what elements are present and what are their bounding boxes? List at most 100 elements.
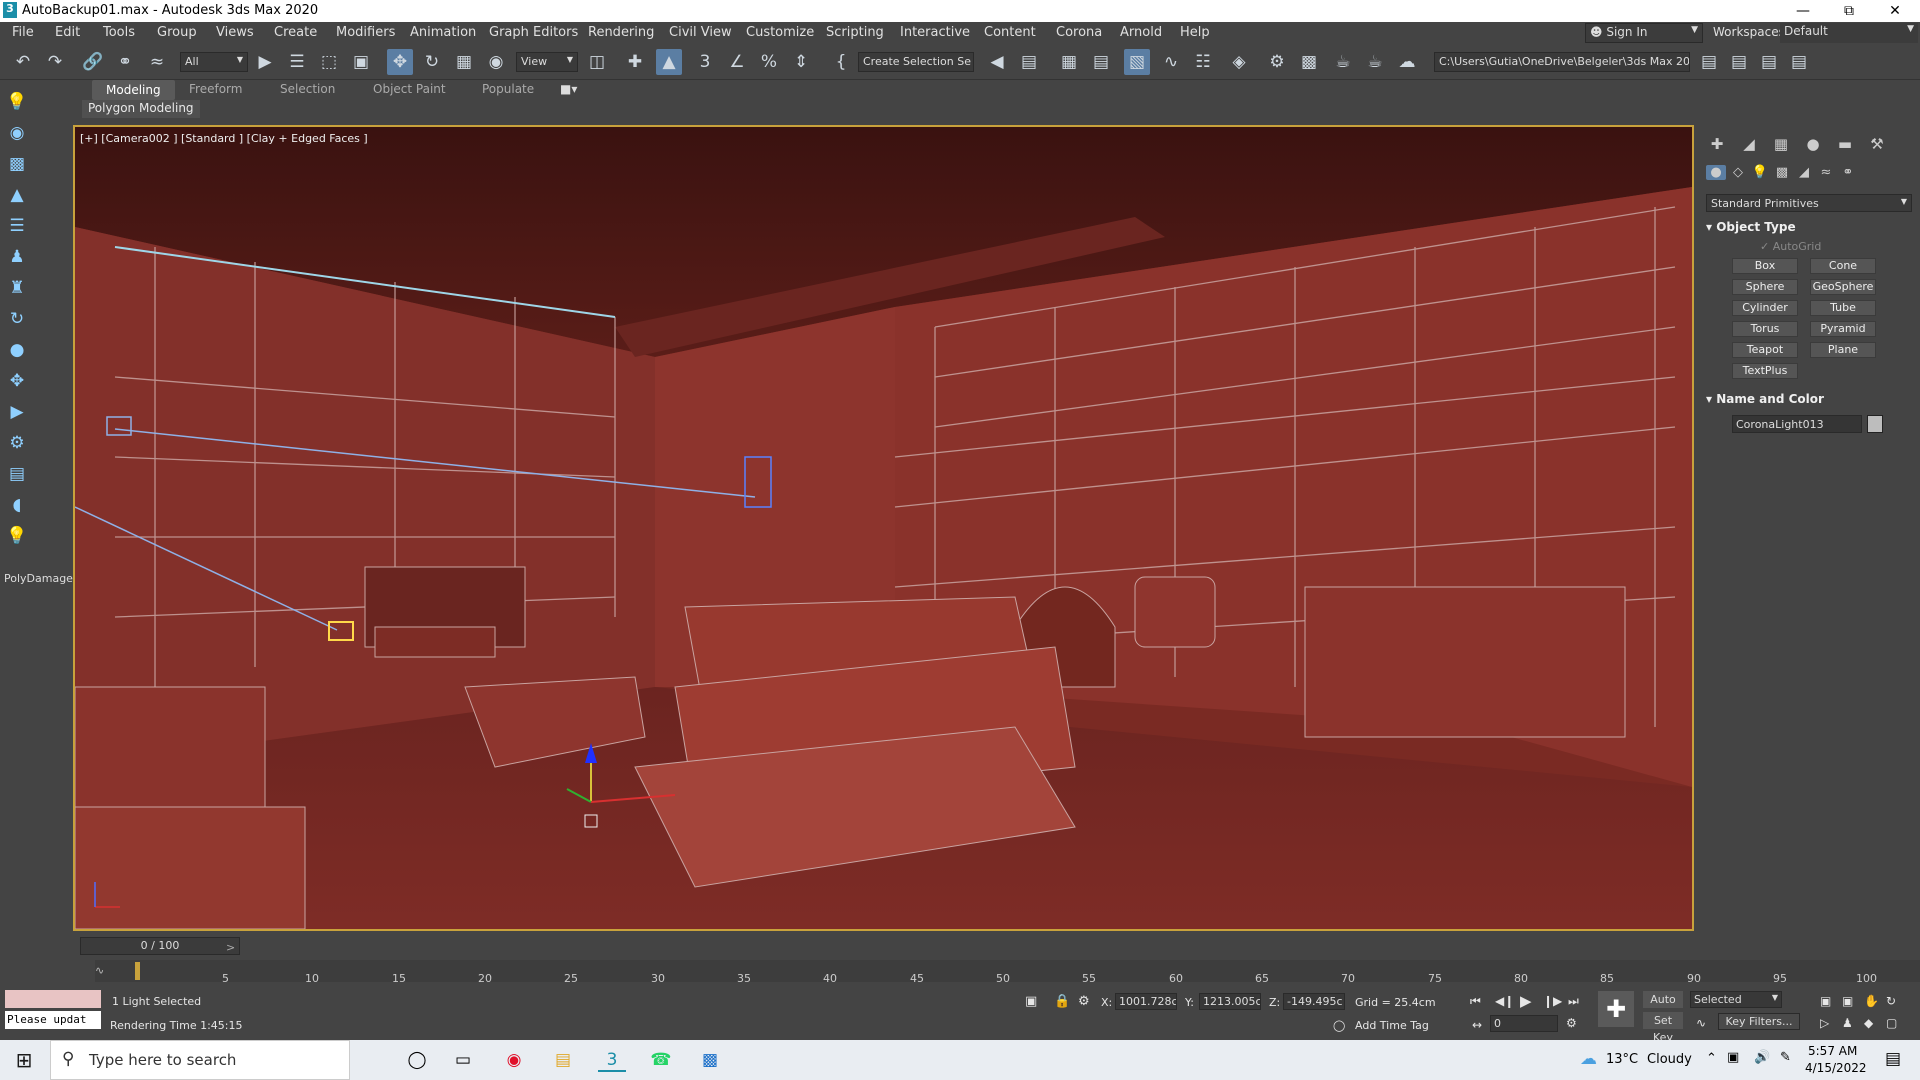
select-manipulate-icon[interactable]: ✚ (622, 49, 648, 75)
tree-icon[interactable]: ▲ (5, 183, 29, 207)
windows-start-icon[interactable]: ⊞ (10, 1048, 38, 1072)
lights-icon[interactable]: 💡 (1750, 165, 1770, 180)
zoom-extents-icon[interactable]: ▣ (1820, 994, 1831, 1008)
motion-tab-icon[interactable]: ● (1802, 135, 1824, 153)
assets-icon[interactable]: ▩ (5, 152, 29, 176)
schematic-view-icon[interactable]: ☷ (1190, 49, 1216, 75)
menu-scripting[interactable]: Scripting (826, 25, 884, 40)
dolly-icon[interactable]: ◆ (1864, 1016, 1873, 1030)
sphere-button[interactable]: Sphere (1732, 279, 1798, 295)
rectangular-selection-icon[interactable]: ⬚ (316, 49, 342, 75)
mini-curve-editor-icon[interactable]: ∿ (95, 964, 104, 977)
time-config-icon[interactable]: ↔ (1472, 1018, 1482, 1032)
maxscript-listener-bottom[interactable]: Please updat (5, 1011, 101, 1029)
cortana-icon[interactable]: ◯ (403, 1048, 431, 1072)
mirror-icon[interactable]: ◀ (984, 49, 1010, 75)
layer-explorer-icon[interactable]: ▤ (1088, 49, 1114, 75)
volume-icon[interactable]: 🔊 (1754, 1050, 1770, 1065)
named-selection-set-dropdown[interactable]: Create Selection Se (858, 52, 974, 72)
time-configuration-icon[interactable]: ⚙ (1566, 1016, 1577, 1030)
auto-key-button[interactable]: Auto Key (1643, 991, 1683, 1023)
primitive-category-dropdown[interactable]: Standard Primitives ▼ (1706, 194, 1912, 212)
walk-through-icon[interactable]: ♟ (1842, 1016, 1853, 1030)
select-by-name-icon[interactable]: ☰ (284, 49, 310, 75)
create-tab-icon[interactable]: ✚ (1706, 135, 1728, 153)
tab-object-paint[interactable]: Object Paint (373, 82, 446, 96)
tab-modeling[interactable]: Modeling (92, 80, 175, 100)
pivot-center-icon[interactable]: ◫ (584, 49, 610, 75)
render-production-icon[interactable]: ☕ (1330, 49, 1356, 75)
selection-filter-dropdown[interactable]: All ▼ (180, 52, 248, 72)
torus-button[interactable]: Torus (1732, 321, 1798, 337)
person-icon[interactable]: ♜ (5, 276, 29, 300)
tube-button[interactable]: Tube (1810, 300, 1876, 316)
angle-snap-icon[interactable]: ∠ (724, 49, 750, 75)
menu-rendering[interactable]: Rendering (588, 25, 654, 40)
menu-group[interactable]: Group (157, 25, 197, 40)
utilities-tab-icon[interactable]: ⚒ (1866, 135, 1888, 153)
maximize-viewport-icon[interactable]: ▢ (1886, 1016, 1897, 1030)
spinner-snap-icon[interactable]: ⇕ (788, 49, 814, 75)
pyramid-button[interactable]: Pyramid (1810, 321, 1876, 337)
undo-icon[interactable]: ↶ (10, 49, 36, 75)
material-editor-icon[interactable]: ◈ (1226, 49, 1252, 75)
key-tangents-icon[interactable]: ∿ (1696, 1016, 1706, 1030)
open-file-icon[interactable]: ▤ (1696, 49, 1722, 75)
modify-tab-icon[interactable]: ◢ (1738, 135, 1760, 153)
spacewarps-icon[interactable]: ≈ (1816, 165, 1836, 180)
play-icon[interactable]: ▶ (1520, 992, 1532, 1010)
menu-interactive[interactable]: Interactive (900, 25, 970, 40)
menu-corona[interactable]: Corona (1056, 25, 1102, 40)
rendered-frame-window-icon[interactable]: ▩ (1296, 49, 1322, 75)
reference-coordinate-dropdown[interactable]: View ▼ (516, 52, 578, 72)
lock-icon[interactable]: 🔒 (1054, 994, 1070, 1009)
menu-civil-view[interactable]: Civil View (669, 25, 732, 40)
curve-editor-icon[interactable]: ∿ (1158, 49, 1184, 75)
zoom-all-icon[interactable]: ▣ (1842, 994, 1853, 1008)
orbit-icon[interactable]: ↻ (1886, 994, 1896, 1008)
absolute-mode-icon[interactable]: ⚙ (1078, 994, 1090, 1009)
scene-explorer-icon[interactable]: ▦ (1056, 49, 1082, 75)
render-setup-icon[interactable]: ⚙ (1264, 49, 1290, 75)
geosphere-button[interactable]: GeoSphere (1810, 279, 1876, 295)
maxscript-listener-top[interactable] (5, 990, 101, 1008)
select-object-icon[interactable]: ▶ (252, 49, 278, 75)
workspace-dropdown[interactable]: Default ▼ (1780, 23, 1918, 43)
gear-icon[interactable]: ⚙ (5, 431, 29, 455)
edit-named-selection-icon[interactable]: { (828, 49, 854, 75)
file-explorer-icon[interactable]: ▤ (549, 1048, 577, 1072)
redo-icon[interactable]: ↷ (42, 49, 68, 75)
go-to-start-icon[interactable]: ⏮ (1470, 994, 1481, 1009)
key-mode-dropdown[interactable]: Selected ▼ (1690, 991, 1782, 1008)
tab-populate[interactable]: Populate (482, 82, 534, 96)
light-icon[interactable]: 💡 (5, 90, 29, 114)
teapot-button[interactable]: Teapot (1732, 342, 1798, 358)
time-slider[interactable]: 0 / 100 (80, 937, 240, 955)
percent-snap-icon[interactable]: % (756, 49, 782, 75)
render-iterative-icon[interactable]: ☕ (1362, 49, 1388, 75)
isolate-selection-icon[interactable]: ▣ (1025, 994, 1037, 1009)
menu-edit[interactable]: Edit (55, 25, 80, 40)
render-cloud-icon[interactable]: ☁ (1394, 49, 1420, 75)
menu-content[interactable]: Content (984, 25, 1036, 40)
save-file-icon[interactable]: ▤ (1726, 49, 1752, 75)
taskbar-search-input[interactable]: Type here to search (50, 1040, 350, 1080)
viewport-label[interactable]: [+] [Camera002 ] [Standard ] [Clay + Edg… (80, 132, 368, 145)
task-view-icon[interactable]: ▭ (449, 1048, 477, 1072)
menu-customize[interactable]: Customize (746, 25, 814, 40)
link-icon[interactable]: 🔗 (80, 49, 106, 75)
track-bar[interactable]: ∿ 5 10 15 20 25 30 35 40 45 50 55 60 65 … (95, 960, 1920, 985)
menu-views[interactable]: Views (216, 25, 254, 40)
tab-freeform[interactable]: Freeform (189, 82, 242, 96)
previous-frame-icon[interactable]: ◀❙ (1495, 994, 1514, 1008)
current-frame-field[interactable]: 0 (1490, 1015, 1558, 1032)
pan-view-icon[interactable]: ✋ (1864, 994, 1879, 1008)
menu-animation[interactable]: Animation (410, 25, 476, 40)
menu-modifiers[interactable]: Modifiers (336, 25, 395, 40)
clock-time[interactable]: 5:57 AM (1808, 1044, 1857, 1058)
chevron-up-icon[interactable]: ⌃ (1706, 1051, 1717, 1066)
rotate-icon[interactable]: ↻ (419, 49, 445, 75)
menu-arnold[interactable]: Arnold (1120, 25, 1162, 40)
tab-selection[interactable]: Selection (280, 82, 335, 96)
set-key-mode-button[interactable]: ✚ (1598, 991, 1634, 1027)
